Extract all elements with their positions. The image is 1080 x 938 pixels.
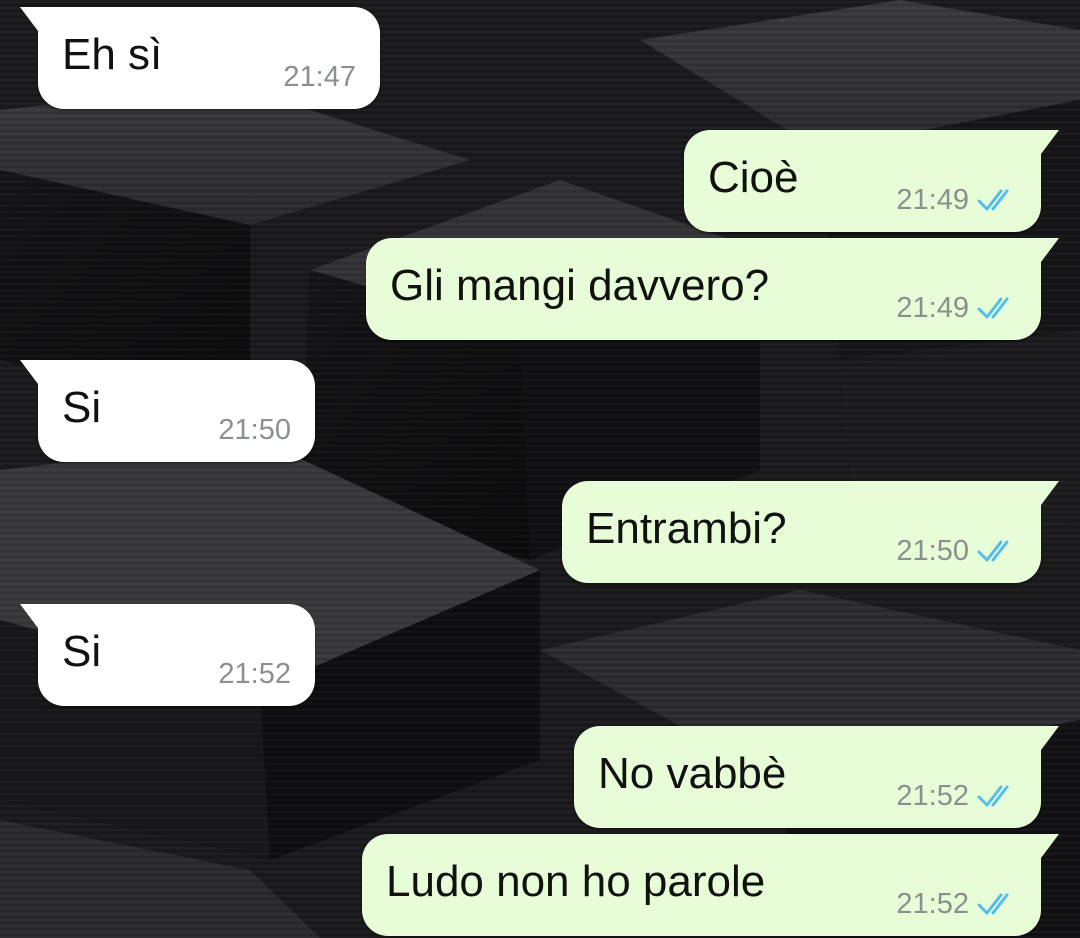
message-timestamp: 21:52 — [896, 888, 969, 920]
double-check-read-icon — [977, 189, 1009, 211]
message-meta: 21:52 — [896, 888, 1021, 920]
message-bubble-incoming[interactable]: Eh sì 21:47 — [20, 7, 380, 109]
message-meta: 21:52 — [218, 658, 291, 690]
message-bubble-outgoing[interactable]: Entrambi? 21:50 — [562, 481, 1059, 583]
double-check-read-icon — [977, 893, 1009, 915]
message-text: Eh sì — [62, 30, 163, 79]
message-text: Gli mangi davvero? — [390, 261, 770, 310]
message-bubble-incoming[interactable]: Si 21:50 — [20, 360, 315, 462]
message-bubble-incoming[interactable]: Si 21:52 — [20, 604, 315, 706]
message-text: Si — [62, 383, 102, 432]
message-text: Cioè — [708, 153, 799, 202]
message-text: Si — [62, 627, 102, 676]
double-check-read-icon — [977, 297, 1009, 319]
message-meta: 21:47 — [283, 61, 356, 93]
message-bubble-outgoing[interactable]: Cioè 21:49 — [684, 130, 1059, 232]
message-meta: 21:49 — [896, 292, 1021, 324]
message-timestamp: 21:52 — [896, 780, 969, 812]
double-check-read-icon — [977, 785, 1009, 807]
message-meta: 21:50 — [896, 535, 1021, 567]
message-meta: 21:52 — [896, 780, 1021, 812]
message-bubble-outgoing[interactable]: No vabbè 21:52 — [574, 726, 1059, 828]
double-check-read-icon — [977, 540, 1009, 562]
message-timestamp: 21:52 — [218, 658, 291, 690]
message-text: No vabbè — [598, 749, 787, 798]
message-timestamp: 21:50 — [896, 535, 969, 567]
message-timestamp: 21:50 — [218, 414, 291, 446]
message-timestamp: 21:49 — [896, 184, 969, 216]
message-meta: 21:50 — [218, 414, 291, 446]
message-text: Entrambi? — [586, 504, 787, 553]
message-bubble-outgoing[interactable]: Gli mangi davvero? 21:49 — [366, 238, 1059, 340]
message-text: Ludo non ho parole — [386, 857, 766, 906]
message-meta: 21:49 — [896, 184, 1021, 216]
message-bubble-outgoing[interactable]: Ludo non ho parole 21:52 — [362, 834, 1059, 936]
message-timestamp: 21:47 — [283, 61, 356, 93]
message-timestamp: 21:49 — [896, 292, 969, 324]
